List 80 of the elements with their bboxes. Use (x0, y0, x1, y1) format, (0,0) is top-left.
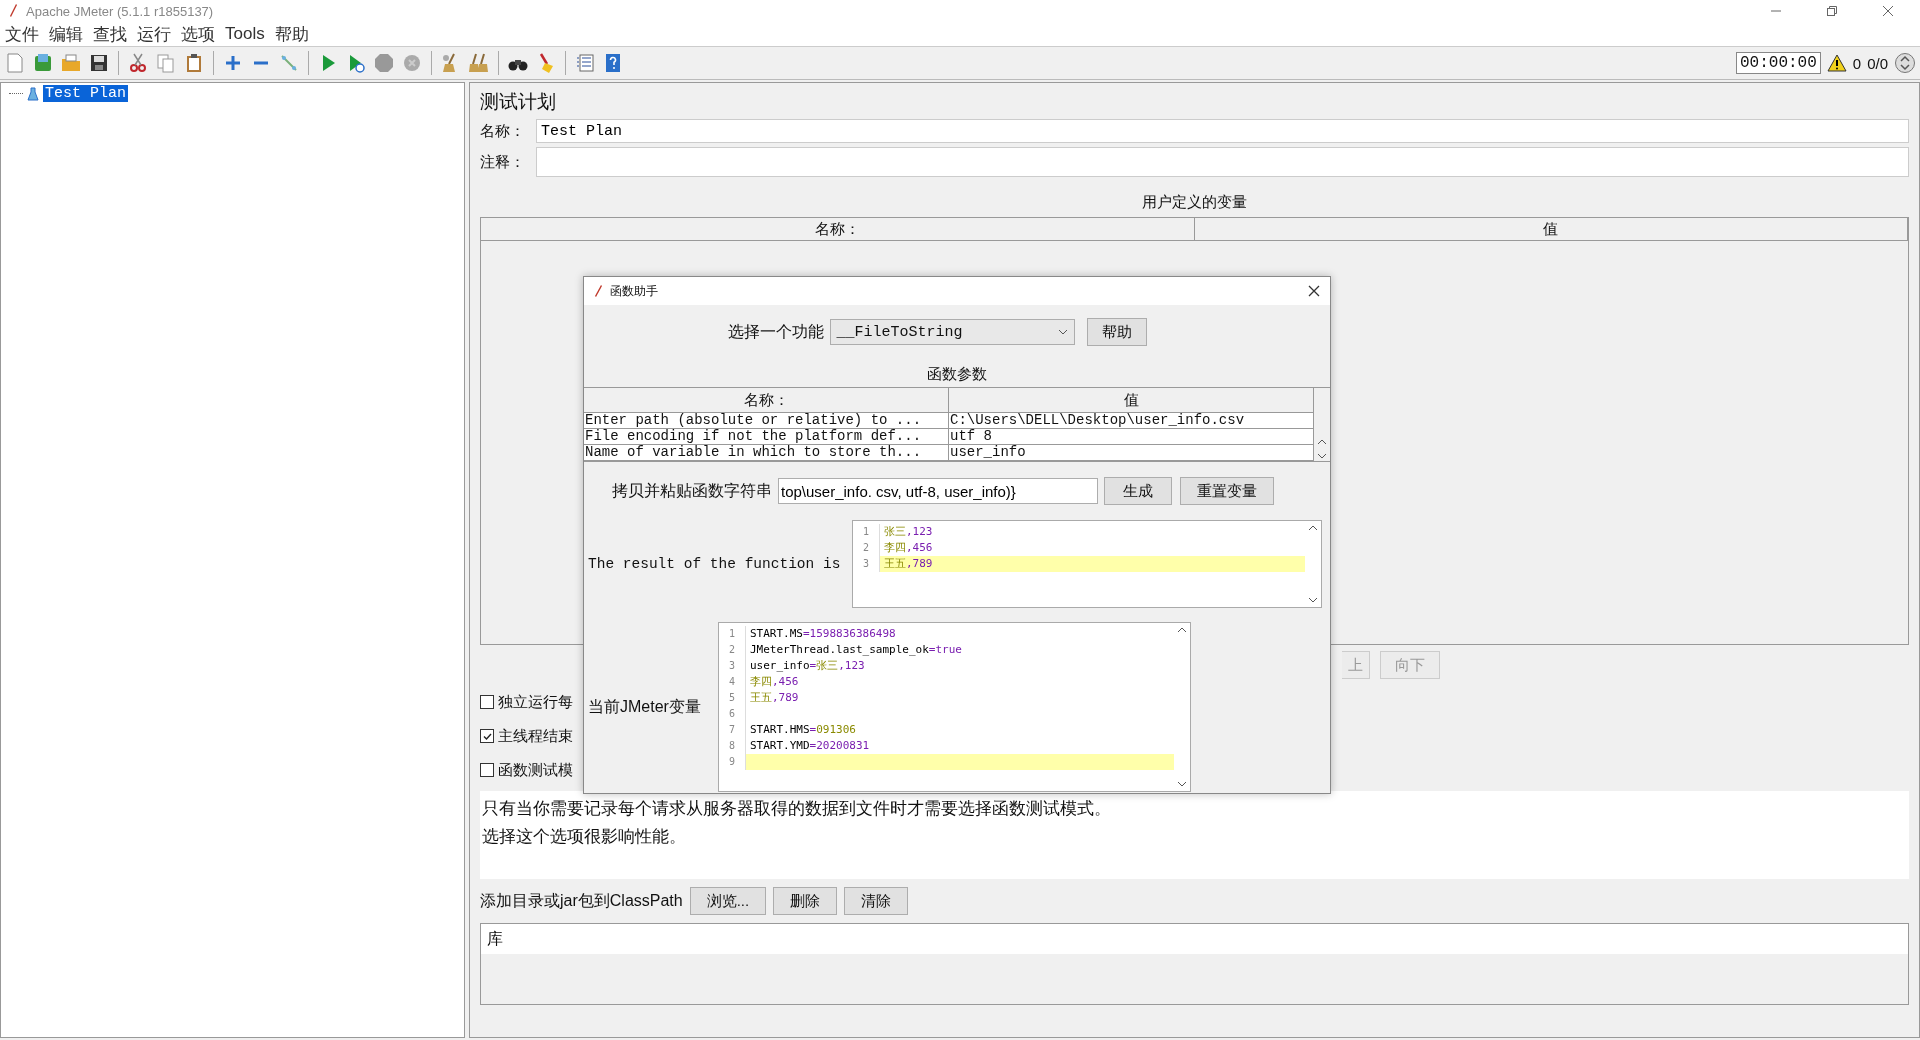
browse-button[interactable]: 浏览... (689, 887, 767, 915)
menu-item[interactable]: 选项 (181, 22, 215, 46)
feather-icon (594, 284, 602, 298)
column-header[interactable]: 值 (1194, 218, 1908, 240)
option-label: 独立运行每 (498, 692, 573, 712)
help-button[interactable]: 帮助 (1086, 318, 1147, 346)
scroll-up-icon[interactable] (1317, 439, 1327, 445)
restore-icon[interactable] (1826, 5, 1838, 17)
reset-variables-button[interactable]: 重置变量 (1180, 477, 1274, 505)
code-line: 李四,456 (883, 540, 933, 556)
scroll-up-icon[interactable] (1177, 627, 1187, 633)
generate-button[interactable]: 生成 (1104, 477, 1172, 505)
classpath-label: 添加目录或jar包到ClassPath (480, 890, 683, 911)
menu-item[interactable]: Tools (225, 24, 265, 44)
section-title: 用户定义的变量 (1141, 193, 1248, 212)
code-line: START.HMS=091306 (749, 722, 856, 738)
delete-button[interactable]: 删除 (773, 887, 838, 915)
scroll-down-icon[interactable] (1177, 781, 1187, 787)
checkbox[interactable] (480, 729, 494, 743)
caret-icon (1057, 329, 1068, 335)
thread-count: 0/0 (1867, 54, 1888, 72)
variables-label: 当前JMeter变量 (588, 696, 702, 717)
warning-count: 0 (1852, 54, 1862, 72)
close-icon[interactable] (1308, 285, 1320, 297)
menu-item[interactable]: 编辑 (49, 22, 83, 46)
save-icon[interactable] (88, 52, 110, 74)
dialog-title: 函数助手 (610, 282, 658, 300)
flask-icon (27, 86, 39, 101)
function-label: 选择一个功能 (727, 321, 824, 342)
table-cell: Enter path (absolute or relative) to ... (584, 413, 949, 428)
name-field[interactable]: Test Plan (536, 119, 1909, 143)
brooms-icon[interactable] (468, 52, 490, 74)
code-line: 王五,789 (883, 556, 933, 572)
code-line: START.YMD=20200831 (749, 738, 870, 754)
scroll-down-icon[interactable] (1308, 597, 1318, 603)
tree-item[interactable]: Test Plan (43, 85, 128, 102)
column-header[interactable]: 名称： (481, 218, 1195, 240)
table-cell: Name of variable in which to store th... (584, 445, 949, 460)
window-title: Apache JMeter (5.1.1 r1855137) (26, 3, 214, 19)
line-number: 3 (853, 556, 880, 572)
comment-field[interactable] (536, 147, 1909, 177)
list-icon[interactable] (574, 52, 596, 74)
menu-item[interactable]: 文件 (5, 22, 39, 46)
function-dropdown[interactable]: __FileToString (829, 319, 1075, 345)
clear-button[interactable]: 清除 (844, 887, 909, 915)
warning-icon (1826, 54, 1847, 72)
code-line: 张三,123 (883, 524, 933, 540)
open-folder-icon[interactable] (60, 52, 82, 74)
column-header[interactable]: 名称： (584, 388, 949, 412)
option-label: 主线程结束 (498, 726, 573, 746)
code-line: 李四,456 (749, 674, 799, 690)
line-number: 9 (719, 754, 746, 770)
description-text: 只有当你需要记录每个请求从服务器取得的数据到文件时才需要选择函数测试模式。 选择这个选项很影响性能。 (480, 791, 1909, 879)
menu-item[interactable]: 帮助 (274, 22, 309, 46)
code-line: user_info=张三,123 (749, 658, 865, 674)
field-label: 名称： (480, 121, 526, 141)
menu-item[interactable]: 运行 (137, 22, 171, 46)
feather-icon (8, 3, 18, 19)
copy-label: 拷贝并粘贴函数字符串 (612, 480, 772, 501)
option-label: 函数测试模 (498, 760, 573, 780)
field-label: 注释： (480, 152, 526, 172)
section-title: 函数参数 (926, 365, 988, 384)
menu-item[interactable]: 查找 (93, 22, 127, 46)
scissors-icon[interactable] (127, 52, 149, 74)
status-indicator-icon (1894, 52, 1916, 74)
code-line: START.MS=1598836386498 (749, 626, 896, 642)
checkbox[interactable] (480, 763, 494, 777)
elapsed-time: 00:00:00 (1736, 52, 1821, 74)
result-label: The result of the function is (588, 556, 841, 572)
code-line: JMeterThread.last_sample_ok=true (749, 642, 962, 658)
column-header: 库 (481, 924, 1908, 954)
checkbox[interactable] (480, 695, 494, 709)
table-cell: File encoding if not the platform def... (584, 429, 949, 444)
function-string-field[interactable]: top\user_info. csv, utf-8, user_info)} (778, 478, 1098, 504)
panel-title: 测试计划 (480, 90, 557, 114)
code-line: 王五,789 (749, 690, 799, 706)
scroll-up-icon[interactable] (1308, 525, 1318, 531)
templates-icon[interactable] (32, 52, 54, 74)
close-icon[interactable] (1882, 5, 1894, 17)
scroll-down-icon[interactable] (1317, 453, 1327, 459)
